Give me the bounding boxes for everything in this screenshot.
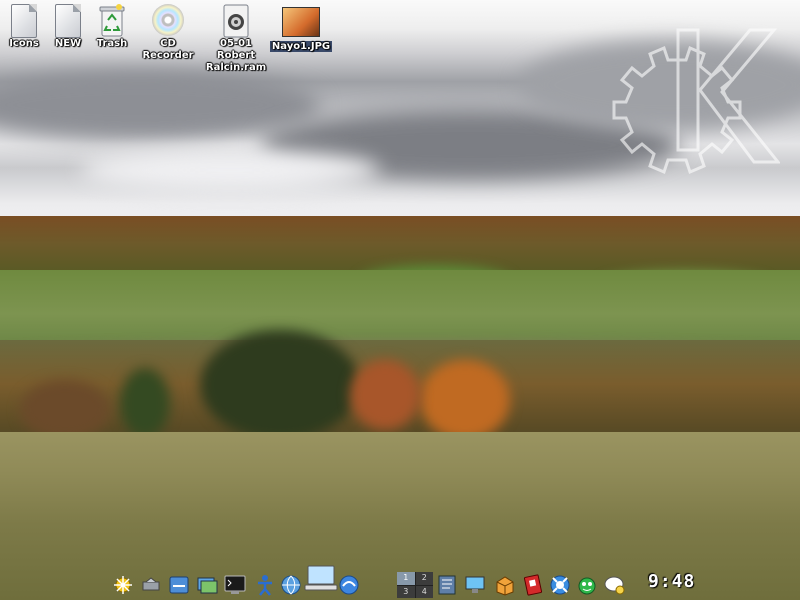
trash-recycle-icon: [97, 4, 127, 38]
image-thumbnail-icon: [281, 7, 321, 41]
pager-desktop-3[interactable]: 3: [397, 585, 415, 598]
kopete-messenger-icon[interactable]: [576, 574, 598, 596]
pager-desktop-2[interactable]: 2: [415, 572, 433, 585]
desktop-pager[interactable]: 1 2 3 4: [397, 572, 433, 598]
file-manager-icon[interactable]: [168, 574, 190, 596]
tree: [350, 360, 420, 430]
package-icon[interactable]: [494, 574, 516, 596]
desktop-icon-label: Nayo1.JPG: [269, 41, 333, 52]
clock[interactable]: 9:48: [648, 571, 695, 592]
desktop-icon-image-file[interactable]: Nayo1.JPG: [269, 4, 333, 53]
red-book-icon[interactable]: [522, 574, 544, 596]
image-viewer-icon[interactable]: [196, 574, 218, 596]
desktop-icon-label: CD Recorder: [142, 38, 194, 61]
desktop-icon-cd-recorder[interactable]: CD Recorder: [135, 4, 201, 62]
folder-document-icon: [9, 4, 39, 38]
show-desktop-icon[interactable]: [140, 574, 162, 596]
laptop-icon[interactable]: [304, 564, 338, 594]
cd-icon: [151, 4, 185, 38]
desktop-icon-realaudio-file[interactable]: 05-01 Robert Ralcin.ram: [203, 4, 269, 74]
cloud: [80, 150, 380, 190]
text-editor-icon[interactable]: [436, 574, 458, 596]
pager-desktop-4[interactable]: 4: [415, 585, 433, 598]
panel-separator: [370, 574, 374, 596]
network-icon[interactable]: [338, 574, 360, 596]
monitor-icon[interactable]: [464, 574, 486, 596]
accessibility-icon[interactable]: [254, 574, 276, 596]
taskbar-panel: 1 2 3 4: [108, 565, 698, 600]
desktop-icon-label: 05-01 Robert Ralcin.ram: [205, 38, 267, 73]
kde-logo-icon: [612, 28, 780, 175]
pager-desktop-1[interactable]: 1: [397, 572, 415, 585]
kde-menu-icon[interactable]: [112, 574, 134, 596]
audio-file-icon: [221, 4, 251, 38]
tree: [420, 360, 510, 440]
tree: [200, 330, 360, 440]
folder-document-icon: [53, 4, 83, 38]
tree: [120, 368, 170, 438]
chat-bubble-icon[interactable]: [604, 574, 626, 596]
tree: [20, 380, 110, 440]
web-browser-globe-icon[interactable]: [280, 574, 302, 596]
help-lifebuoy-icon[interactable]: [549, 574, 571, 596]
terminal-icon[interactable]: [224, 574, 246, 596]
